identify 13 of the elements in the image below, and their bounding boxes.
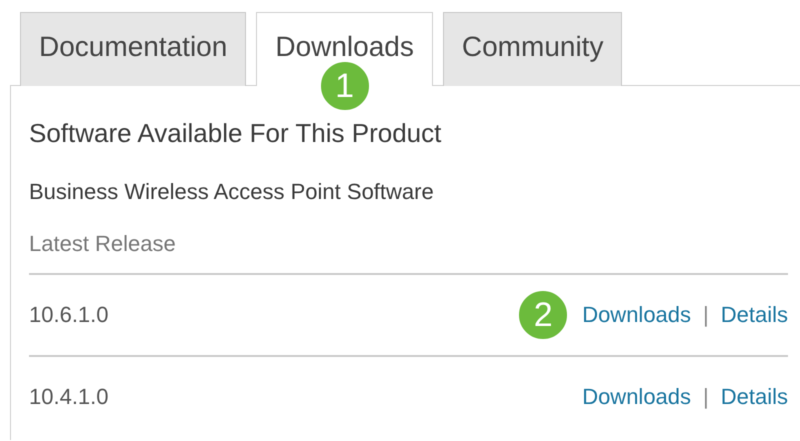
downloads-link[interactable]: Downloads (582, 302, 692, 328)
separator: | (703, 384, 709, 410)
tab[interactable]: Community (442, 12, 622, 86)
details-link[interactable]: Details (720, 384, 788, 410)
tab[interactable]: Documentation (20, 12, 246, 86)
downloads-link[interactable]: Downloads (582, 384, 692, 410)
separator: | (703, 302, 709, 328)
details-link[interactable]: Details (720, 302, 788, 328)
section-heading: Software Available For This Product (29, 118, 442, 149)
version-number: 10.6.1.0 (29, 302, 109, 328)
version-number: 10.4.1.0 (29, 384, 109, 410)
product-name: Business Wireless Access Point Software (29, 179, 435, 205)
release-label: Latest Release (29, 231, 177, 257)
